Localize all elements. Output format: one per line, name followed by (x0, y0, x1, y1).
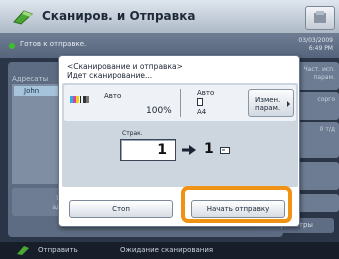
bottom-label: Отправить (38, 246, 78, 254)
pages-scanned-value: 1 (157, 142, 167, 158)
change-settings-button[interactable]: Измен. парам. (248, 89, 294, 117)
paper-size-value: A4 (197, 108, 207, 116)
divider (180, 89, 181, 117)
list-item: John (14, 86, 62, 96)
dialog-header: <Сканирование и отправка> Идет сканирова… (67, 62, 183, 80)
paper-icon (197, 98, 203, 106)
app-title: Сканиров. и Отправка (42, 9, 196, 23)
color-mode-value: Авто (104, 92, 122, 100)
left-button-line1: Уд (12, 194, 64, 203)
size-mode-value: Авто (197, 89, 215, 97)
density-value: 100% (146, 106, 172, 116)
dialog-subtitle: Идет сканирование... (67, 71, 153, 80)
status-text: Готов к отправке. (20, 40, 87, 48)
corner-button[interactable] (305, 6, 335, 30)
pages-label: Страк. (122, 130, 143, 137)
datetime: 03/03/2009 6:49 PM (298, 37, 333, 53)
color-mode-icon (70, 96, 89, 103)
document-icon (220, 147, 230, 154)
status-dot-icon (9, 43, 15, 49)
stop-button[interactable]: Стоп (69, 200, 173, 218)
device-screen: Сканиров. и Отправка Готов к отправке. 0… (0, 0, 339, 259)
send-icon (17, 246, 29, 255)
title-bar: Сканиров. и Отправка (0, 0, 339, 34)
pages-scanned-box: 1 (120, 139, 176, 161)
scan-settings-panel: Авто 100% Авто A4 Измен. парам. Страк. 1 (62, 83, 298, 187)
device-icon (314, 11, 326, 23)
scan-send-icon (13, 10, 33, 25)
bottom-bar: Отправить Ожидание сканирования (0, 242, 339, 259)
bottom-status: Ожидание сканирования (120, 246, 214, 254)
status-time: 6:49 PM (308, 45, 333, 52)
pages-sent-value: 1 (204, 141, 214, 157)
highlight-frame (181, 186, 292, 223)
left-button-line2: адр (12, 203, 64, 212)
status-date: 03/03/2009 (298, 37, 333, 44)
dialog-title: <Сканирование и отправка> (67, 62, 183, 71)
chevron-right-icon (287, 101, 290, 107)
arrow-right-icon (182, 145, 196, 155)
settings-row: Авто 100% Авто A4 Измен. парам. (64, 85, 296, 121)
